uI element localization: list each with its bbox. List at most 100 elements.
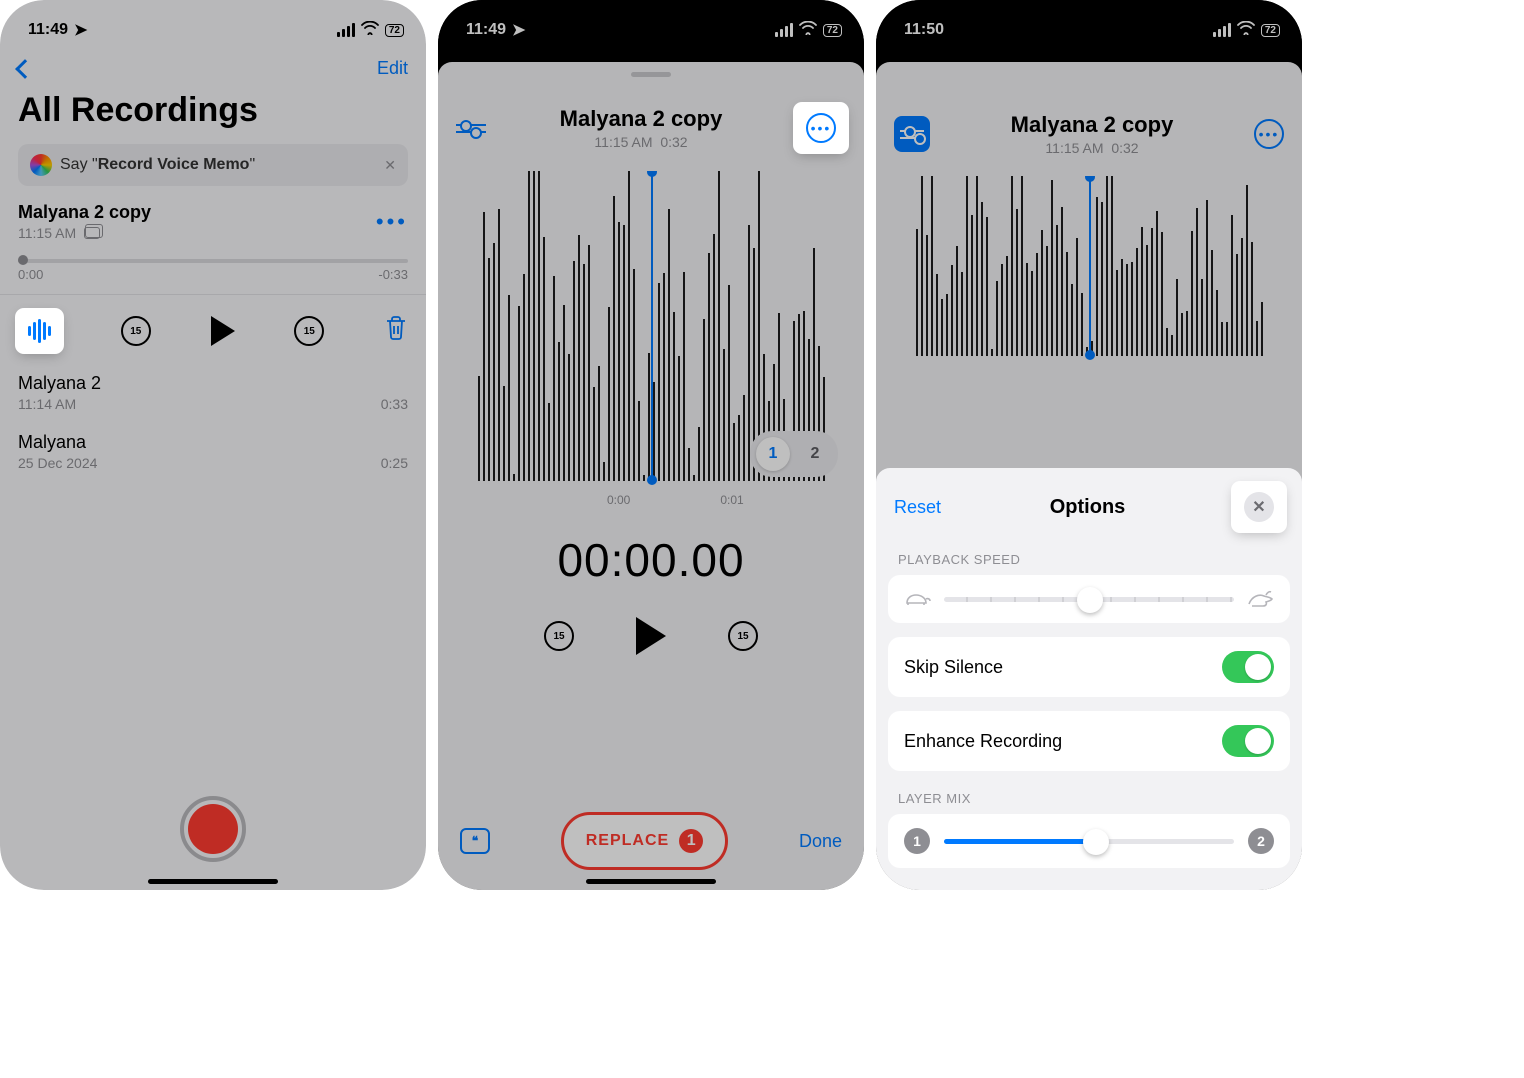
playback-speed-slider[interactable]	[944, 597, 1234, 602]
recording-title: Malyana	[18, 432, 408, 453]
options-button-active[interactable]	[894, 116, 930, 152]
page-title: All Recordings	[0, 87, 426, 138]
done-button[interactable]: Done	[799, 831, 842, 852]
home-indicator[interactable]	[148, 879, 278, 884]
recording-subtitle: 11:14 AM	[18, 396, 76, 412]
siri-text: Say "Record Voice Memo"	[60, 156, 255, 174]
recording-subtitle: 25 Dec 2024	[18, 455, 97, 471]
phone-3: 11:50 72 Malyana 2 copy 11:15 AM 0:32 ••…	[876, 0, 1302, 890]
recording-title: Malyana 2 copy	[18, 202, 151, 223]
location-icon: ➤	[74, 20, 87, 40]
status-bar: 11:50 72	[876, 0, 1302, 50]
recording-item[interactable]: Malyana 2 11:14 AM 0:33	[0, 363, 426, 422]
edit-meta-duration: 0:32	[660, 134, 687, 150]
ellipsis-icon: •••	[806, 113, 836, 143]
record-button[interactable]	[180, 796, 246, 862]
cell-signal-icon	[337, 23, 355, 37]
status-time: 11:49	[466, 21, 506, 39]
layer-mix-slider[interactable]	[944, 839, 1234, 844]
turtle-icon	[902, 589, 932, 609]
recording-item-selected[interactable]: Malyana 2 copy 11:15 AM ••• 0:00 -0:33	[0, 192, 426, 295]
skip-silence-label: Skip Silence	[904, 657, 1003, 678]
scrub-position: 0:00	[18, 267, 43, 282]
timecode: 00:00.00	[438, 533, 864, 587]
skip-forward-15-button[interactable]: 15	[728, 621, 758, 651]
waveform[interactable]	[886, 176, 1292, 386]
edit-meta-duration: 0:32	[1111, 140, 1138, 156]
wifi-icon	[1237, 21, 1255, 40]
edit-waveform-button[interactable]	[18, 311, 61, 351]
hare-icon	[1246, 589, 1276, 609]
status-bar: 11:49 ➤ 72	[0, 0, 426, 50]
recording-duration: 0:33	[381, 396, 408, 412]
edit-meta-time: 11:15 AM	[1045, 140, 1103, 156]
layer-mix-label: Layer Mix	[876, 785, 1302, 814]
sheet-grabber[interactable]	[631, 72, 671, 77]
phone-1: 11:49 ➤ 72 Edit All Recordings Say "Reco…	[0, 0, 426, 890]
play-button[interactable]	[636, 617, 666, 655]
delete-button[interactable]	[384, 315, 408, 347]
options-sheet: Reset Options ✕ Playback Speed Skip Sile…	[876, 468, 1302, 890]
waveform-icon	[28, 319, 51, 343]
more-button[interactable]: •••	[376, 209, 408, 235]
waveform-time-0: 0:00	[607, 493, 630, 507]
wifi-icon	[361, 21, 379, 40]
scrub-remaining: -0:33	[378, 267, 408, 282]
play-button[interactable]	[211, 316, 235, 346]
recording-duration: 0:25	[381, 455, 408, 471]
waveform-time-1: 0:01	[720, 493, 743, 507]
battery-icon: 72	[823, 24, 842, 37]
cell-signal-icon	[1213, 23, 1231, 37]
layer-2-pill[interactable]: 2	[798, 437, 832, 471]
layer-mix-right-badge: 2	[1248, 828, 1274, 854]
location-icon: ➤	[512, 20, 525, 40]
enhance-recording-toggle[interactable]	[1222, 725, 1274, 757]
more-button[interactable]: •••	[1254, 119, 1284, 149]
edit-link[interactable]: Edit	[377, 58, 408, 79]
edit-sheet: Malyana 2 copy 11:15 AM 0:32 ••• 0:00 0:…	[438, 62, 864, 890]
battery-icon: 72	[385, 24, 404, 37]
layer-selector[interactable]: 1 2	[750, 431, 838, 477]
layer-1-pill[interactable]: 1	[756, 437, 790, 471]
playback-speed-label: Playback Speed	[876, 546, 1302, 575]
status-bar: 11:49 ➤ 72	[438, 0, 864, 50]
options-title: Options	[1050, 496, 1126, 519]
playhead[interactable]	[651, 171, 653, 481]
back-button[interactable]	[15, 59, 35, 79]
layer-mix-left-badge: 1	[904, 828, 930, 854]
edit-title: Malyana 2 copy	[560, 106, 723, 132]
skip-silence-row[interactable]: Skip Silence	[888, 637, 1290, 697]
recording-time: 11:15 AM	[18, 225, 76, 241]
skip-forward-15-button[interactable]: 15	[294, 316, 324, 346]
replace-button[interactable]: REPLACE 1	[561, 812, 728, 870]
reset-button[interactable]: Reset	[894, 497, 941, 518]
more-button-highlight[interactable]: •••	[796, 105, 846, 151]
edit-title: Malyana 2 copy	[1011, 112, 1174, 138]
home-indicator[interactable]	[586, 879, 716, 884]
waveform[interactable]: 0:00 0:01 1 2	[448, 171, 854, 511]
wifi-icon	[799, 21, 817, 40]
status-time: 11:49	[28, 21, 68, 39]
close-button-highlight[interactable]: ✕	[1234, 484, 1284, 530]
playhead[interactable]	[1089, 176, 1091, 356]
skip-silence-toggle[interactable]	[1222, 651, 1274, 683]
transcript-button[interactable]: ❝	[460, 828, 490, 854]
recording-item[interactable]: Malyana 25 Dec 2024 0:25	[0, 422, 426, 481]
close-icon[interactable]: ✕	[384, 157, 396, 174]
enhance-recording-row[interactable]: Enhance Recording	[888, 711, 1290, 771]
edit-meta-time: 11:15 AM	[594, 134, 652, 150]
options-button[interactable]	[456, 113, 486, 143]
cell-signal-icon	[775, 23, 793, 37]
close-icon: ✕	[1244, 492, 1274, 522]
siri-icon	[30, 154, 52, 176]
layers-icon	[84, 227, 100, 239]
skip-back-15-button[interactable]: 15	[121, 316, 151, 346]
siri-suggestion[interactable]: Say "Record Voice Memo" ✕	[18, 144, 408, 186]
recording-title: Malyana 2	[18, 373, 408, 394]
enhance-recording-label: Enhance Recording	[904, 731, 1062, 752]
status-time: 11:50	[904, 21, 944, 39]
skip-back-15-button[interactable]: 15	[544, 621, 574, 651]
replace-layer-badge: 1	[679, 829, 703, 853]
scrubber[interactable]	[18, 259, 408, 263]
phone-2: 11:49 ➤ 72 Malyana 2 copy 11:15 AM 0:32 …	[438, 0, 864, 890]
